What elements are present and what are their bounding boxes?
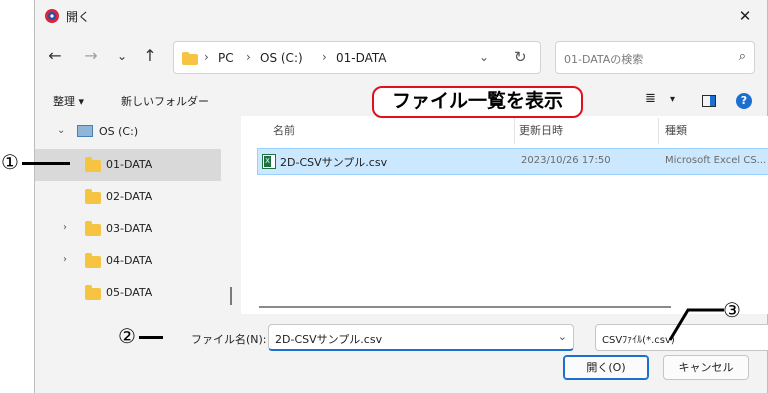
tree-item-02-data[interactable]: 02-DATA	[35, 181, 221, 213]
window-title: 開く	[66, 10, 91, 24]
chevron-right-icon[interactable]: ›	[63, 254, 67, 265]
new-folder-button[interactable]: 新しいフォルダー	[121, 93, 209, 109]
view-list-icon[interactable]: ≣	[645, 91, 656, 106]
tree-item-os-c[interactable]: ⌄ OS (C:)	[35, 116, 221, 148]
file-modified: 2023/10/26 17:50	[521, 155, 611, 166]
chevron-down-icon: ⌄	[116, 49, 128, 63]
address-dropdown-icon[interactable]: ⌄	[479, 50, 489, 64]
folder-icon	[85, 157, 101, 172]
view-dropdown-icon[interactable]: ▾	[670, 94, 675, 105]
recent-locations-button[interactable]: ⌄	[110, 44, 134, 68]
back-arrow-icon: ←	[48, 46, 62, 65]
chevron-down-icon[interactable]: ⌄	[57, 125, 65, 136]
help-icon[interactable]: ?	[736, 93, 752, 109]
tree-item-01-data[interactable]: 01-DATA	[35, 149, 221, 181]
open-button[interactable]: 開く(O)	[563, 355, 649, 380]
close-button[interactable]: ✕	[723, 0, 767, 32]
cancel-button[interactable]: キャンセル	[663, 355, 749, 380]
chevron-right-icon[interactable]: ›	[63, 222, 67, 233]
breadcrumb-separator: ›	[204, 50, 209, 64]
file-row[interactable]: X 2D-CSVサンプル.csv 2023/10/26 17:50 Micros…	[257, 148, 768, 175]
title-bar: 開く ✕	[35, 0, 767, 32]
column-header-type[interactable]: 種類	[665, 122, 687, 138]
marker-2-line	[139, 336, 163, 339]
folder-icon	[85, 285, 101, 300]
tree-label: OS (C:)	[99, 125, 139, 138]
app-icon	[45, 9, 59, 23]
folder-icon	[85, 189, 101, 204]
column-divider[interactable]	[658, 118, 659, 144]
file-list-callout: ファイル一覧を表示	[372, 86, 583, 118]
organize-button[interactable]: 整理 ▾	[53, 93, 84, 109]
folder-icon	[85, 253, 101, 268]
marker-3-line	[668, 308, 724, 341]
column-header-name[interactable]: 名前	[273, 122, 295, 138]
tree-label: 05-DATA	[106, 286, 153, 299]
navigation-tree: ⌄ OS (C:) 01-DATA 02-DATA › 03-DATA › 04…	[35, 116, 239, 314]
tree-scrollbar[interactable]	[230, 287, 232, 305]
tree-label: 04-DATA	[106, 254, 153, 267]
up-arrow-icon: ↑	[143, 46, 157, 65]
open-dialog: 開く ✕ ← → ⌄ ↑ › PC › OS (C:) › 01-DATA ⌄ …	[34, 0, 768, 393]
folder-icon	[85, 221, 101, 236]
filename-label: ファイル名(N):	[191, 333, 267, 346]
excel-csv-icon: X	[262, 154, 276, 169]
file-list: 名前 ^ 更新日時 種類 X 2D-CSVサンプル.csv 2023/10/26…	[241, 114, 768, 314]
file-type: Microsoft Excel CS...	[665, 155, 767, 166]
breadcrumb-pc[interactable]: PC	[218, 51, 234, 65]
search-placeholder: 01-DATAの検索	[564, 53, 644, 66]
tree-item-05-data[interactable]: 05-DATA	[35, 277, 221, 309]
horizontal-scrollbar[interactable]	[259, 306, 671, 308]
preview-pane-icon[interactable]	[702, 95, 716, 107]
breadcrumb-separator: ›	[246, 50, 251, 64]
filename-field[interactable]: 2D-CSVサンプル.csv ⌄	[268, 324, 574, 351]
forward-arrow-icon: →	[84, 46, 98, 65]
folder-icon	[182, 52, 198, 65]
search-icon: ⌕	[738, 49, 746, 64]
marker-1: ①	[1, 150, 19, 174]
close-icon: ✕	[738, 7, 752, 25]
breadcrumb-os-c[interactable]: OS (C:)	[260, 51, 303, 65]
filetype-value: CSVﾌｧｲﾙ(*.csv)	[602, 335, 675, 346]
breadcrumb-separator: ›	[322, 50, 327, 64]
up-button[interactable]: ↑	[138, 44, 162, 68]
tree-item-04-data[interactable]: › 04-DATA	[35, 245, 221, 277]
tree-label: 02-DATA	[106, 190, 153, 203]
tree-label: 01-DATA	[106, 158, 153, 171]
marker-1-line	[22, 162, 70, 165]
tree-label: 03-DATA	[106, 222, 153, 235]
drive-icon	[77, 125, 93, 137]
back-button[interactable]: ←	[43, 44, 67, 68]
tree-item-03-data[interactable]: › 03-DATA	[35, 213, 221, 245]
refresh-icon[interactable]: ↻	[514, 48, 527, 66]
address-bar[interactable]: › PC › OS (C:) › 01-DATA ⌄ ↻	[173, 41, 541, 74]
column-header-modified[interactable]: 更新日時	[519, 122, 563, 138]
chevron-down-icon[interactable]: ⌄	[558, 330, 567, 343]
search-box[interactable]: 01-DATAの検索 ⌕	[555, 41, 755, 74]
forward-button[interactable]: →	[79, 44, 103, 68]
filename-value: 2D-CSVサンプル.csv	[275, 333, 383, 346]
file-name: 2D-CSVサンプル.csv	[280, 156, 388, 169]
excel-badge: X	[264, 156, 271, 167]
column-divider[interactable]	[514, 118, 515, 144]
breadcrumb-01-data[interactable]: 01-DATA	[336, 51, 387, 65]
marker-2: ②	[118, 324, 136, 348]
